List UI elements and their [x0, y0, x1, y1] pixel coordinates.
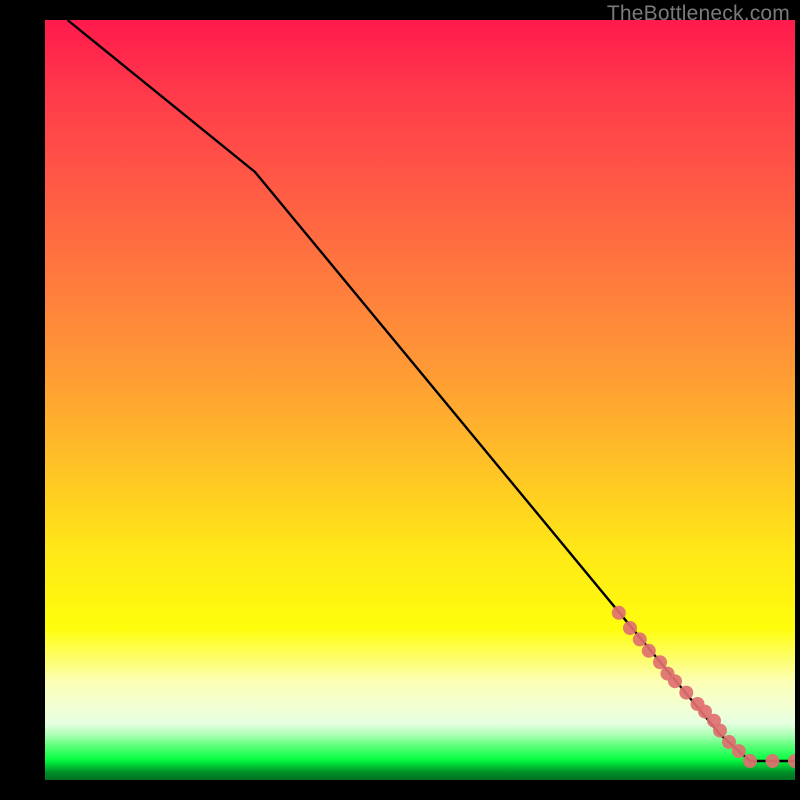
- data-point: [679, 686, 693, 700]
- data-point: [732, 744, 746, 758]
- chart-svg: [45, 20, 795, 780]
- data-point: [642, 644, 656, 658]
- plot-area: [45, 20, 795, 780]
- data-point: [653, 655, 667, 669]
- data-point: [788, 754, 795, 768]
- data-point: [743, 754, 757, 768]
- data-point: [612, 606, 626, 620]
- chart-frame: TheBottleneck.com: [0, 0, 800, 800]
- data-point: [633, 632, 647, 646]
- data-point: [668, 674, 682, 688]
- data-point: [713, 724, 727, 738]
- data-point: [766, 754, 780, 768]
- black-curve-path: [68, 20, 796, 761]
- data-point: [623, 621, 637, 635]
- scatter-series: [612, 606, 795, 768]
- line-series: [68, 20, 796, 761]
